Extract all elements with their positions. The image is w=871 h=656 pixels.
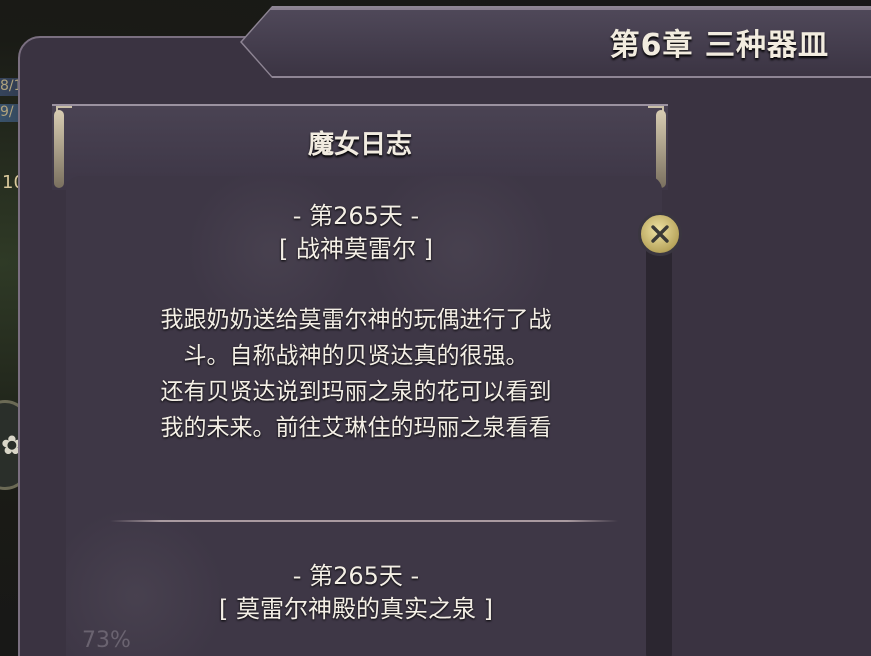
entry-text-line: 还有贝贤达说到玛丽之泉的花可以看到 — [160, 379, 552, 405]
close-button[interactable] — [638, 212, 682, 256]
entry-divider — [110, 520, 618, 522]
entry-subject: [ 莫雷尔神殿的真实之泉 ] — [219, 595, 493, 623]
entry-text: 我跟奶奶送给莫雷尔神的玩偶进行了战 斗。自称战神的贝贤达真的很强。 还有贝贤达说… — [66, 302, 646, 446]
entry-subject: [ 战神莫雷尔 ] — [279, 235, 433, 263]
close-x-icon — [651, 225, 669, 243]
journal-entry: - 第265天 - [ 莫雷尔神殿的真实之泉 ] — [66, 560, 646, 626]
progress-label: 73% — [82, 628, 131, 653]
scrollbar[interactable] — [646, 236, 672, 656]
entry-text-line: 我的未来。前往艾琳住的玛丽之泉看看 — [160, 415, 552, 441]
game-screen: 8/101 9/ 1058 ✿ 第6章 三种器皿 魔女日志 - 第265天 - … — [0, 0, 871, 656]
entry-text-line: 我跟奶奶送给莫雷尔神的玩偶进行了战 — [160, 307, 552, 333]
journal-content[interactable]: - 第265天 - [ 战神莫雷尔 ] 我跟奶奶送给莫雷尔神的玩偶进行了战 斗。… — [66, 176, 662, 656]
entry-text-line: 斗。自称战神的贝贤达真的很强。 — [183, 343, 529, 369]
journal-title: 魔女日志 — [307, 130, 412, 160]
entry-day: - 第265天 - — [292, 562, 420, 590]
chapter-title: 第6章 三种器皿 — [609, 28, 829, 63]
journal-entry: - 第265天 - [ 战神莫雷尔 ] 我跟奶奶送给莫雷尔神的玩偶进行了战 斗。… — [66, 200, 646, 446]
entry-day: - 第265天 - — [292, 202, 420, 230]
